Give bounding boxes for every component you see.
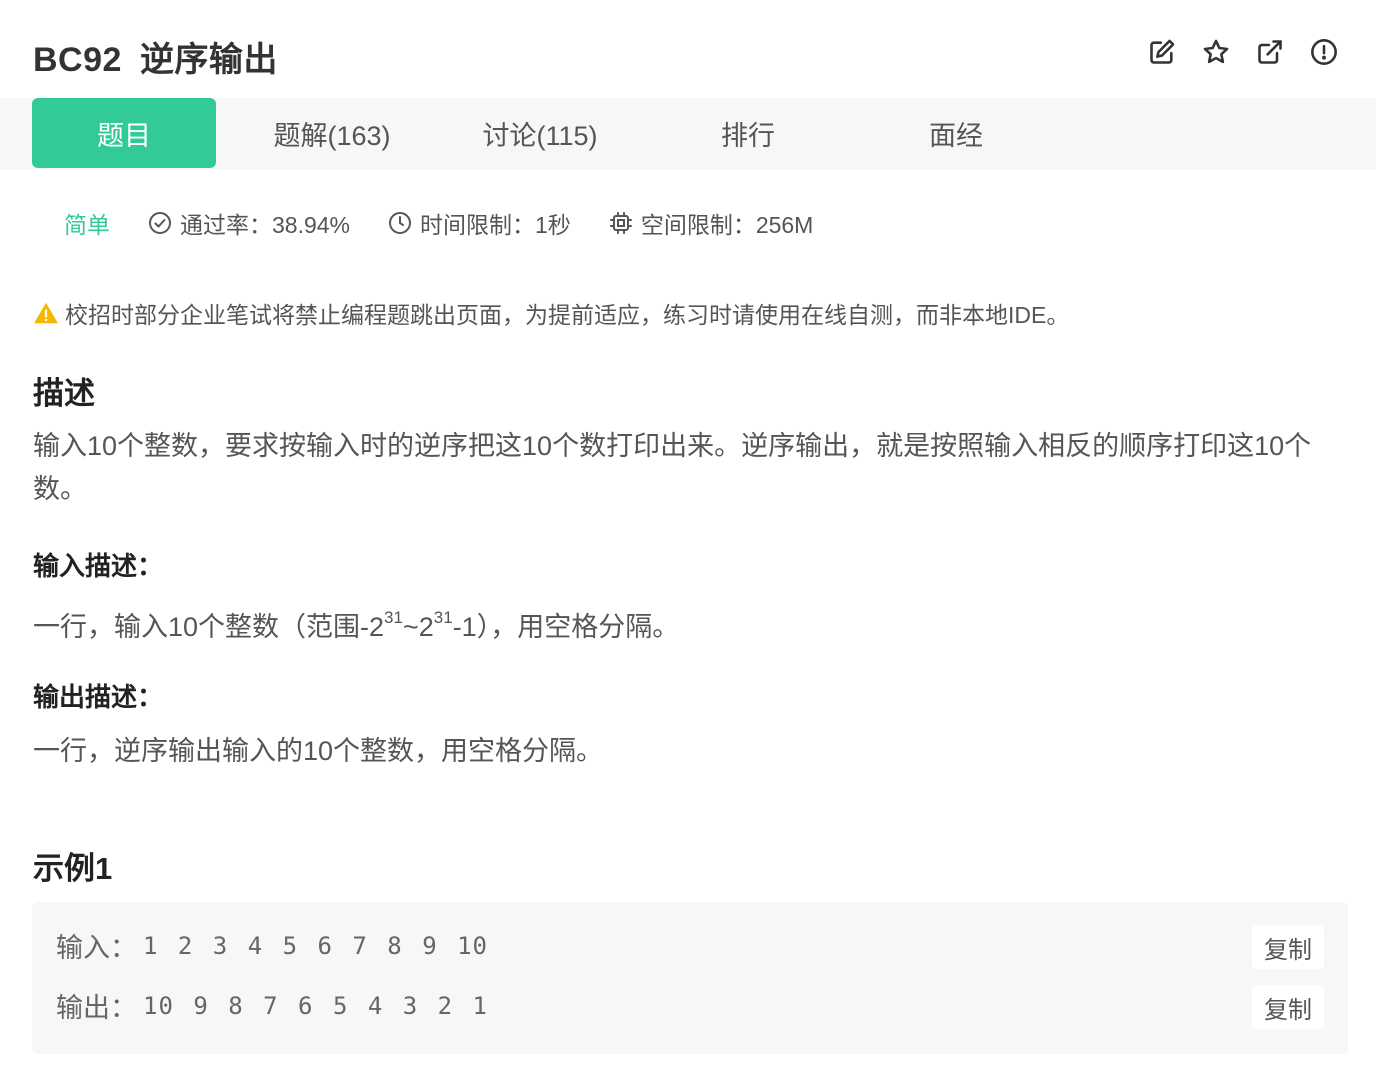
problem-title: 逆序输出 [139,41,278,79]
check-circle-icon [149,212,171,234]
memory-limit: 空间限制：256M [609,206,814,240]
output-desc-heading: 输出描述： [33,682,164,712]
input-desc-mid: ~2 [402,612,434,642]
description-heading: 描述 [33,376,95,411]
warning-text: 校招时部分企业笔试将禁止编程题跳出页面，为提前适应，练习时请使用在线自测，而非本… [65,302,1070,328]
input-desc-post: -1），用空格分隔。 [452,612,680,642]
example-heading: 示例1 [33,851,113,886]
edit-icon[interactable] [1146,36,1178,68]
input-desc-text: 一行，输入10个整数（范围-231~231-1），用空格分隔。 [33,599,1343,649]
warning-icon [34,302,58,324]
example-input-label: 输入： [56,933,137,963]
header-actions [1146,36,1340,68]
tab-discussion[interactable]: 讨论(115) [448,98,632,168]
example-input-row: 输入： 1 2 3 4 5 6 7 8 9 10 [56,926,488,965]
tab-ranking[interactable]: 排行 [656,98,840,168]
warning-notice: 校招时部分企业笔试将禁止编程题跳出页面，为提前适应，练习时请使用在线自测，而非本… [33,296,1069,330]
star-icon[interactable] [1200,36,1232,68]
input-desc-exp2: 31 [433,608,453,627]
problem-code: BC92 [33,41,122,79]
copy-input-button[interactable]: 复制 [1252,925,1324,969]
example-output-label: 输出： [56,993,137,1023]
memory-limit-text: 空间限制：256M [640,212,814,238]
tab-solutions[interactable]: 题解(163) [240,98,424,168]
description-text: 输入10个整数，要求按输入时的逆序把这10个数打印出来。逆序输出，就是按照输入相… [33,431,1312,504]
example-box: 输入： 1 2 3 4 5 6 7 8 9 10 复制 输出： 10 9 8 7… [32,902,1348,1054]
clock-icon [389,212,412,234]
tab-bar: 题目 题解(163) 讨论(115) 排行 面经 [0,98,1376,170]
output-desc-text: 一行，逆序输出输入的10个整数，用空格分隔。 [33,736,604,766]
tab-problem[interactable]: 题目 [32,98,216,168]
example-output-row: 输出： 10 9 8 7 6 5 4 3 2 1 [56,986,488,1025]
input-desc-heading: 输入描述： [33,551,164,581]
time-limit-text: 时间限制：1秒 [420,212,571,238]
pass-rate-text: 通过率：38.94% [180,212,351,238]
report-icon[interactable] [1308,36,1340,68]
time-limit: 时间限制：1秒 [388,206,571,240]
tab-interview[interactable]: 面经 [864,98,1048,168]
problem-header: BC92 逆序输出 [0,0,1376,98]
copy-output-button[interactable]: 复制 [1252,985,1324,1029]
problem-meta: 简单 通过率：38.94% 时间限制：1秒 空间限制：256M [64,206,851,240]
page-title: BC92 逆序输出 [33,32,278,81]
chip-icon [609,212,632,234]
pass-rate: 通过率：38.94% [148,206,350,240]
external-link-icon[interactable] [1254,36,1286,68]
input-desc-exp1: 31 [384,608,403,627]
difficulty-badge: 简单 [64,212,110,238]
input-desc-pre: 一行，输入10个整数（范围-2 [33,612,385,642]
example-output-value: 10 9 8 7 6 5 4 3 2 1 [143,991,488,1020]
example-input-value: 1 2 3 4 5 6 7 8 9 10 [143,931,488,960]
